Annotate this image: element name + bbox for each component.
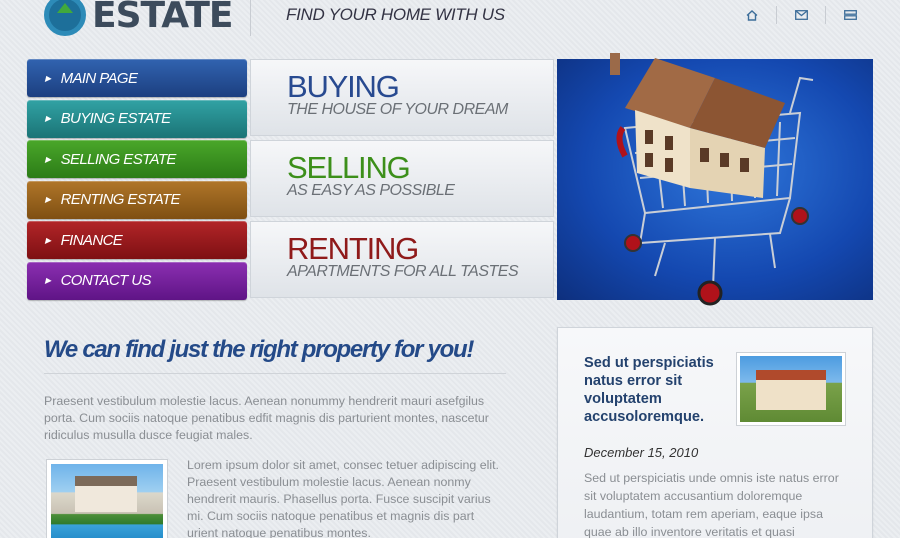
logo[interactable]: ESTATE xyxy=(44,0,233,36)
menu-item-finance[interactable]: ▶ FINANCE xyxy=(27,221,247,260)
news-thumbnail[interactable] xyxy=(736,352,846,426)
menu-item-buying-estate[interactable]: ▶ BUYING ESTATE xyxy=(27,99,247,138)
news-box: Sed ut perspiciatis natus error sit volu… xyxy=(557,327,873,538)
promo-subtitle: THE HOUSE OF YOUR DREAM xyxy=(287,101,508,118)
promo-title: BUYING xyxy=(287,69,400,104)
menu-item-contact-us[interactable]: ▶ CONTACT US xyxy=(27,261,247,300)
header-icon-bar xyxy=(728,5,874,25)
house-in-shopping-cart-image xyxy=(610,53,814,306)
arrow-right-icon: ▶ xyxy=(45,114,51,124)
home-icon[interactable] xyxy=(728,5,776,25)
news-title[interactable]: Sed ut perspiciatis natus error sit volu… xyxy=(584,354,724,426)
news-photo xyxy=(740,356,842,422)
body-paragraph: Lorem ipsum dolor sit amet, consec tetue… xyxy=(187,458,499,538)
arrow-right-icon: ▶ xyxy=(45,154,51,164)
main-menu: ▶ MAIN PAGE ▶ BUYING ESTATE ▶ SELLING ES… xyxy=(27,59,247,303)
arrow-right-icon: ▶ xyxy=(45,195,51,205)
arrow-right-icon: ▶ xyxy=(45,276,51,286)
menu-item-label: RENTING ESTATE xyxy=(60,191,181,209)
page-headline: We can find just the right property for … xyxy=(44,336,474,363)
logo-text: ESTATE xyxy=(92,0,233,36)
menu-item-label: CONTACT US xyxy=(60,272,152,290)
divider xyxy=(44,373,506,374)
menu-item-label: FINANCE xyxy=(60,231,123,249)
sitemap-icon[interactable] xyxy=(826,5,874,25)
promo-title: RENTING xyxy=(287,231,419,266)
news-date: December 15, 2010 xyxy=(584,445,699,460)
promo-title: SELLING xyxy=(287,150,411,185)
arrow-right-icon: ▶ xyxy=(45,73,51,83)
tagline: FIND YOUR HOME WITH US xyxy=(286,5,505,24)
menu-item-main-page[interactable]: ▶ MAIN PAGE xyxy=(27,59,247,97)
menu-item-label: MAIN PAGE xyxy=(60,69,138,87)
menu-item-label: SELLING ESTATE xyxy=(60,150,177,168)
menu-item-selling-estate[interactable]: ▶ SELLING ESTATE xyxy=(27,140,247,179)
header-divider xyxy=(250,0,251,36)
mail-icon[interactable] xyxy=(777,5,825,25)
property-thumbnail[interactable] xyxy=(46,459,168,538)
promo-subtitle: AS EASY AS POSSIBLE xyxy=(287,182,455,199)
arrow-right-icon: ▶ xyxy=(45,235,51,245)
promo-selling[interactable]: SELLING AS EASY AS POSSIBLE xyxy=(250,140,554,217)
logo-house-icon xyxy=(44,0,86,36)
promo-renting[interactable]: RENTING APARTMENTS FOR ALL TASTES xyxy=(250,221,554,298)
property-photo xyxy=(51,464,163,538)
news-text: Sed ut perspiciatis unde omnis iste natu… xyxy=(584,471,839,538)
menu-item-label: BUYING ESTATE xyxy=(60,110,172,128)
menu-item-renting-estate[interactable]: ▶ RENTING ESTATE xyxy=(27,180,247,219)
promo-buying[interactable]: BUYING THE HOUSE OF YOUR DREAM xyxy=(250,59,554,136)
intro-paragraph: Praesent vestibulum molestie lacus. Aene… xyxy=(44,394,489,442)
promo-subtitle: APARTMENTS FOR ALL TASTES xyxy=(287,263,519,280)
